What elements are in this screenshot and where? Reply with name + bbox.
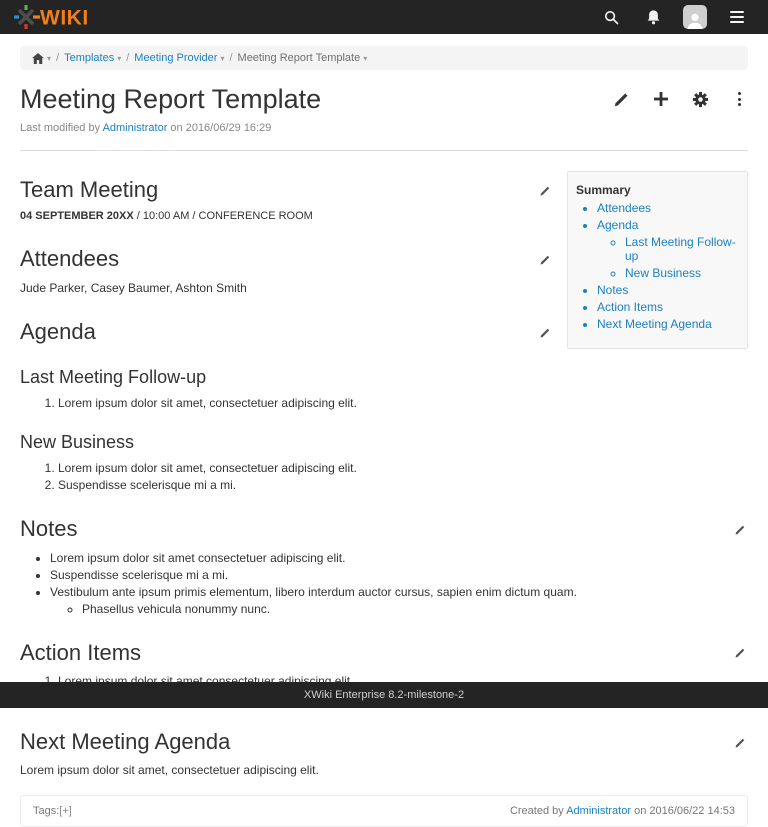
add-tag-button[interactable]: [+] [59, 805, 72, 817]
last-modified-line: Last modified by Administrator on 2016/0… [20, 122, 748, 134]
hamburger-menu-icon[interactable] [720, 4, 754, 30]
xwiki-logo[interactable]: WIKI [14, 5, 102, 29]
section-edit-pencil-icon[interactable] [538, 252, 553, 267]
modified-author-link[interactable]: Administrator [103, 122, 168, 134]
list-item: Suspendisse scelerisque mi a mi. [50, 568, 748, 582]
heading-last-meeting-follow-up: Last Meeting Follow-up [20, 367, 748, 388]
chevron-down-icon[interactable]: ▾ [363, 54, 367, 63]
new-business-list: Lorem ipsum dolor sit amet, consectetuer… [20, 461, 748, 492]
summary-title: Summary [576, 183, 739, 197]
breadcrumb: ▾ / Templates ▾ / Meeting Provider ▾ / M… [20, 46, 748, 70]
section-attendees: Attendees [20, 246, 553, 272]
chevron-down-icon[interactable]: ▾ [220, 54, 224, 63]
more-kebab-icon[interactable] [730, 90, 748, 108]
section-edit-pencil-icon[interactable] [538, 325, 553, 340]
breadcrumb-home[interactable]: ▾ [32, 53, 51, 64]
version-text: XWiki Enterprise 8.2-milestone-2 [304, 689, 464, 701]
create-plus-icon[interactable] [652, 90, 670, 108]
toc-item-new-business: New Business [625, 266, 739, 280]
created-line: Created by Administrator on 2016/06/22 1… [510, 805, 735, 817]
search-icon[interactable] [594, 4, 628, 30]
list-item: Vestibulum ante ipsum primis elementum, … [50, 585, 748, 616]
section-edit-pencil-icon[interactable] [733, 735, 748, 750]
tags-label: Tags: [33, 805, 59, 817]
heading-next-meeting-agenda: Next Meeting Agenda [20, 729, 230, 755]
svg-text:WIKI: WIKI [40, 7, 89, 30]
toc-item-action-items: Action Items [597, 300, 739, 314]
chevron-down-icon[interactable]: ▾ [117, 54, 121, 63]
heading-attendees: Attendees [20, 246, 119, 272]
created-author-link[interactable]: Administrator [566, 805, 631, 817]
home-icon [32, 53, 44, 64]
section-team-meeting: Team Meeting [20, 177, 553, 203]
xwiki-logo-icon: WIKI [14, 5, 102, 29]
summary-panel: Summary Attendees Agenda Last Meeting Fo… [567, 171, 748, 349]
toc-item-agenda: Agenda Last Meeting Follow-up New Busine… [597, 218, 739, 280]
list-item: Lorem ipsum dolor sit amet consectetuer … [50, 551, 748, 565]
avatar-person-icon [683, 5, 707, 29]
heading-new-business: New Business [20, 432, 748, 453]
section-action-items: Action Items [20, 640, 748, 666]
heading-agenda: Agenda [20, 319, 96, 345]
breadcrumb-current-page: Meeting Report Template [238, 52, 361, 64]
section-notes: Notes [20, 516, 748, 542]
section-next-meeting-agenda: Next Meeting Agenda [20, 729, 748, 755]
notes-list: Lorem ipsum dolor sit amet consectetuer … [20, 551, 748, 616]
toc-item-attendees: Attendees [597, 201, 739, 215]
heading-action-items: Action Items [20, 640, 141, 666]
heading-team-meeting: Team Meeting [20, 177, 158, 203]
section-edit-pencil-icon[interactable] [538, 183, 553, 198]
edit-pencil-icon[interactable] [613, 90, 631, 108]
list-subitem: Phasellus vehicula nonummy nunc. [82, 602, 748, 616]
page-title: Meeting Report Template [20, 84, 321, 115]
breadcrumb-templates[interactable]: Templates [64, 52, 114, 64]
settings-gear-icon[interactable] [691, 90, 709, 108]
next-meeting-text: Lorem ipsum dolor sit amet, consectetuer… [20, 763, 748, 777]
section-agenda: Agenda [20, 319, 553, 345]
doc-footer: Tags: [+] Created by Administrator on 20… [20, 795, 748, 827]
section-edit-pencil-icon[interactable] [733, 645, 748, 660]
version-footer-bar: XWiki Enterprise 8.2-milestone-2 [0, 682, 768, 708]
last-meeting-list: Lorem ipsum dolor sit amet, consectetuer… [20, 396, 748, 410]
chevron-down-icon: ▾ [47, 54, 51, 63]
notifications-bell-icon[interactable] [636, 4, 670, 30]
section-edit-pencil-icon[interactable] [733, 522, 748, 537]
list-item: Lorem ipsum dolor sit amet, consectetuer… [58, 461, 748, 475]
toc-item-next-meeting-agenda: Next Meeting Agenda [597, 317, 739, 331]
top-navbar: WIKI [0, 0, 768, 34]
user-avatar[interactable] [678, 4, 712, 30]
list-item: Suspendisse scelerisque mi a mi. [58, 478, 748, 492]
list-item: Lorem ipsum dolor sit amet, consectetuer… [58, 396, 748, 410]
heading-notes: Notes [20, 516, 77, 542]
toc-item-notes: Notes [597, 283, 739, 297]
toc-item-last-meeting-follow-up: Last Meeting Follow-up [625, 235, 739, 263]
breadcrumb-meeting-provider[interactable]: Meeting Provider [134, 52, 217, 64]
